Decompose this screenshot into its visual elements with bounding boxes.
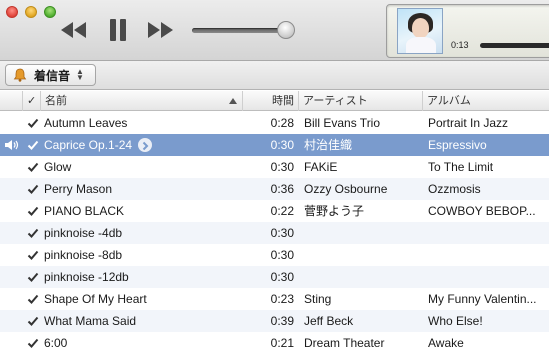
header-artist[interactable]: アーティスト (298, 91, 422, 111)
volume-slider-track[interactable] (192, 28, 288, 33)
track-album: Espressivo (428, 138, 487, 152)
track-checkbox[interactable] (27, 162, 39, 172)
track-album: My Funny Valentin... (428, 292, 537, 306)
volume-slider-knob[interactable] (277, 21, 295, 39)
track-name: PIANO BLACK (44, 204, 125, 218)
track-name: Autumn Leaves (44, 116, 128, 130)
track-artist: Ozzy Osbourne (304, 182, 388, 196)
track-checkbox[interactable] (27, 272, 39, 282)
track-artist (304, 222, 422, 244)
track-checkbox[interactable] (27, 228, 39, 238)
album-artwork[interactable] (397, 8, 443, 54)
track-time: 0:36 (270, 182, 294, 196)
track-name: Shape Of My Heart (44, 292, 147, 306)
elapsed-time: 0:13 (451, 40, 469, 50)
track-time: 0:30 (270, 138, 294, 152)
table-row[interactable]: 6:00 0:21 Dream Theater Awake (0, 332, 549, 354)
playback-progress-bar[interactable] (480, 43, 549, 48)
track-time: 0:22 (270, 204, 294, 218)
table-row[interactable]: PIANO BLACK 0:22 菅野よう子 COWBOY BEBOP... (0, 200, 549, 222)
track-time: 0:30 (270, 226, 294, 240)
track-time: 0:30 (270, 160, 294, 174)
header-status (0, 91, 22, 111)
track-checkbox[interactable] (27, 140, 39, 150)
track-name: 6:00 (44, 336, 68, 350)
track-name: Caprice Op.1-24 (44, 138, 133, 152)
track-name: pinknoise -4db (44, 226, 123, 240)
track-rows: Autumn Leaves 0:28 Bill Evans Trio Portrait… (0, 112, 549, 354)
track-time: 0:30 (270, 270, 294, 284)
track-album: Awake (428, 336, 464, 350)
bell-icon (13, 68, 27, 82)
table-row[interactable]: pinknoise -4db 0:30 (0, 222, 549, 244)
fast-forward-icon (148, 22, 173, 38)
track-time: 0:21 (270, 336, 294, 350)
header-time[interactable]: 時間 (242, 91, 298, 111)
table-row[interactable]: pinknoise -8db 0:30 (0, 244, 549, 266)
track-album: COWBOY BEBOP... (428, 204, 536, 218)
track-album: Ozzmosis (428, 182, 481, 196)
track-artist: Jeff Beck (304, 314, 354, 328)
pause-icon (110, 19, 126, 41)
track-artist: 菅野よう子 (304, 204, 365, 218)
table-row[interactable]: Shape Of My Heart 0:23 Sting My Funny Valen… (0, 288, 549, 310)
source-selector[interactable]: 着信音 ▲ ▼ (5, 64, 96, 86)
track-album: Who Else! (428, 314, 483, 328)
track-artist: Dream Theater (304, 336, 385, 350)
track-checkbox[interactable] (27, 338, 39, 348)
now-playing-display: 0:13 (386, 4, 549, 58)
track-time: 0:30 (270, 248, 294, 262)
table-row[interactable]: Autumn Leaves 0:28 Bill Evans Trio Portrait… (0, 112, 549, 134)
fast-forward-button[interactable] (144, 19, 176, 41)
source-label: 着信音 (34, 68, 71, 83)
track-time: 0:23 (270, 292, 294, 306)
track-album (428, 244, 546, 266)
speaker-icon (5, 140, 19, 150)
track-name: pinknoise -8db (44, 248, 123, 262)
sort-ascending-icon (229, 98, 237, 104)
track-album (428, 222, 546, 244)
player-toolbar: 0:13 (0, 0, 549, 61)
track-name: Perry Mason (44, 182, 113, 196)
track-checkbox[interactable] (27, 294, 39, 304)
minimize-window-button[interactable] (25, 6, 37, 18)
chevron-updown-icon: ▲ ▼ (76, 67, 84, 82)
header-name[interactable]: 名前 (40, 91, 242, 111)
track-album (428, 266, 546, 288)
table-header: ✓ 名前 時間 アーティスト アルバム (0, 91, 549, 111)
track-time: 0:28 (270, 116, 294, 130)
pause-button[interactable] (105, 16, 131, 44)
track-album: To The Limit (428, 160, 494, 174)
close-window-button[interactable] (6, 6, 18, 18)
rewind-button[interactable] (58, 19, 90, 41)
header-album[interactable]: アルバム (422, 91, 549, 111)
source-bar: 着信音 ▲ ▼ (0, 61, 549, 90)
table-row[interactable]: pinknoise -12db 0:30 (0, 266, 549, 288)
track-album: Portrait In Jazz (428, 116, 509, 130)
track-artist (304, 266, 422, 288)
track-artist: Bill Evans Trio (304, 116, 381, 130)
rewind-icon (61, 22, 86, 38)
track-artist: Sting (304, 292, 332, 306)
track-checkbox[interactable] (27, 206, 39, 216)
table-row[interactable]: Glow 0:30 FAKiE To The Limit (0, 156, 549, 178)
track-checkbox[interactable] (27, 316, 39, 326)
track-artist: 村治佳織 (304, 138, 353, 152)
track-artist (304, 244, 422, 266)
table-row[interactable]: Caprice Op.1-24 0:30 村治佳織 Espressivo (0, 134, 549, 156)
table-row[interactable]: Perry Mason 0:36 Ozzy Osbourne Ozzmosis (0, 178, 549, 200)
track-name: What Mama Said (44, 314, 137, 328)
track-checkbox[interactable] (27, 184, 39, 194)
header-check[interactable]: ✓ (22, 91, 40, 111)
track-list: ✓ 名前 時間 アーティスト アルバム Autumn Leaves 0:28 Bil… (0, 91, 549, 354)
track-checkbox[interactable] (27, 250, 39, 260)
track-time: 0:39 (270, 314, 294, 328)
track-artist: FAKiE (304, 160, 338, 174)
track-name: Glow (44, 160, 72, 174)
zoom-window-button[interactable] (44, 6, 56, 18)
track-name: pinknoise -12db (44, 270, 129, 284)
track-checkbox[interactable] (27, 118, 39, 128)
go-to-arrow-icon[interactable] (138, 138, 153, 152)
table-row[interactable]: What Mama Said 0:39 Jeff Beck Who Else! (0, 310, 549, 332)
